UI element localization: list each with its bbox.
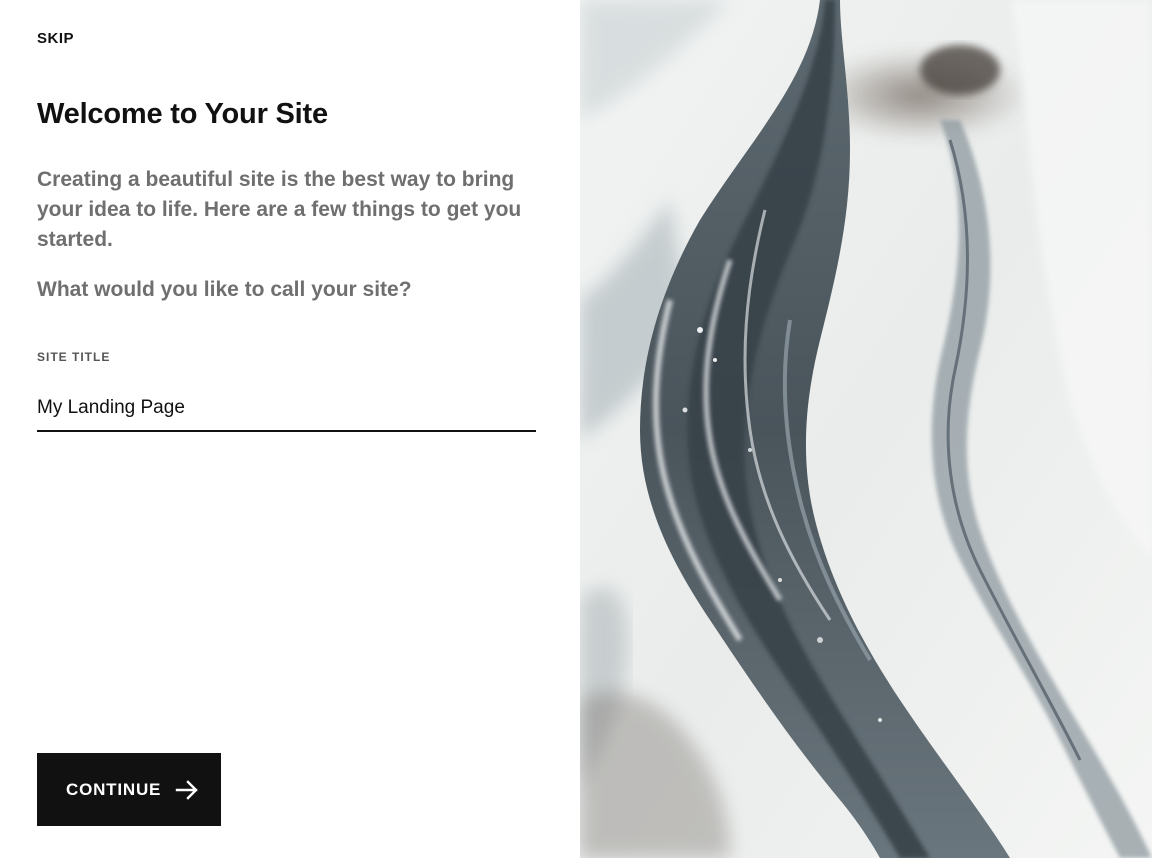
- continue-button[interactable]: CONTINUE: [37, 753, 221, 826]
- hero-marble-image: [580, 0, 1152, 858]
- welcome-panel: SKIP Welcome to Your Site Creating a bea…: [0, 0, 580, 858]
- skip-link[interactable]: SKIP: [37, 30, 74, 47]
- site-title-label: SITE TITLE: [37, 350, 111, 364]
- arrow-right-icon: [175, 779, 199, 800]
- page-title: Welcome to Your Site: [37, 98, 328, 130]
- continue-label: CONTINUE: [66, 779, 162, 799]
- site-title-input[interactable]: [37, 386, 536, 432]
- intro-text: Creating a beautiful site is the best wa…: [37, 168, 522, 251]
- site-name-question: What would you like to call your site?: [37, 278, 412, 301]
